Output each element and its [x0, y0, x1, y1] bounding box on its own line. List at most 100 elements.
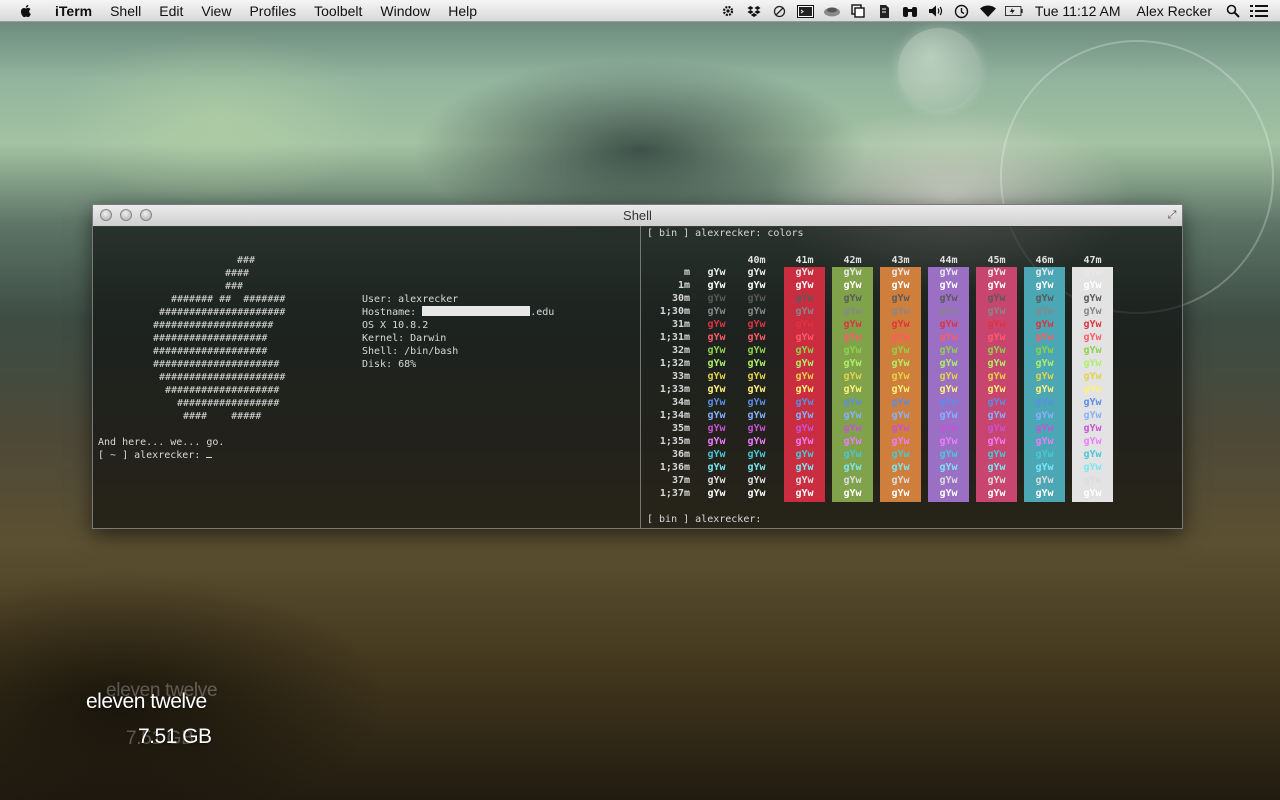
- color-sample: gYw: [795, 293, 814, 304]
- color-header: 46m: [1035, 255, 1054, 266]
- color-sample: gYw: [747, 267, 766, 278]
- color-sample: gYw: [707, 267, 726, 278]
- color-sample: gYw: [795, 371, 814, 382]
- menu-toolbelt[interactable]: Toolbelt: [305, 0, 371, 22]
- row-label: 31m: [671, 319, 690, 330]
- fullscreen-icon[interactable]: ⤢: [1166, 209, 1178, 221]
- wifi-icon[interactable]: [979, 3, 997, 19]
- window-icon[interactable]: [849, 3, 867, 19]
- terminal-content: ### #### ### ####### ## ####### ########…: [93, 226, 1182, 528]
- row-label: 1;33m: [659, 384, 690, 395]
- minimize-button[interactable]: [120, 209, 132, 221]
- color-sample: gYw: [987, 423, 1006, 434]
- color-sample: gYw: [747, 436, 766, 447]
- menu-edit[interactable]: Edit: [150, 0, 192, 22]
- terminal-pane-left[interactable]: ### #### ### ####### ## ####### ########…: [93, 226, 640, 528]
- color-sample: gYw: [747, 345, 766, 356]
- binoculars-icon[interactable]: [901, 3, 919, 19]
- color-sample: gYw: [891, 319, 910, 330]
- cloud-icon[interactable]: [823, 3, 841, 19]
- menu-help[interactable]: Help: [439, 0, 486, 22]
- gear-icon[interactable]: [719, 3, 737, 19]
- dropbox-icon[interactable]: [745, 3, 763, 19]
- color-sample: gYw: [843, 410, 862, 421]
- color-sample: gYw: [747, 488, 766, 499]
- color-sample: gYw: [1035, 462, 1054, 473]
- color-sample: gYw: [939, 332, 958, 343]
- menu-user-name[interactable]: Alex Recker: [1129, 3, 1220, 19]
- color-sample: gYw: [707, 293, 726, 304]
- color-sample: gYw: [939, 280, 958, 291]
- row-label: 1;37m: [659, 488, 690, 499]
- color-sample: gYw: [1083, 436, 1102, 447]
- color-sample: gYw: [1035, 449, 1054, 460]
- color-sample: gYw: [795, 488, 814, 499]
- time-machine-icon[interactable]: [953, 3, 971, 19]
- color-sample: gYw: [707, 410, 726, 421]
- color-sample: gYw: [1083, 293, 1102, 304]
- color-sample: gYw: [843, 488, 862, 499]
- window-titlebar[interactable]: Shell ⤢: [93, 205, 1182, 227]
- color-sample: gYw: [1035, 345, 1054, 356]
- color-sample: gYw: [843, 462, 862, 473]
- color-sample: gYw: [1035, 319, 1054, 330]
- terminal-pane-right[interactable]: [ bin ] alexrecker: colors 40m 41m 42m 43m 4…: [642, 226, 1182, 528]
- menu-profiles[interactable]: Profiles: [240, 0, 305, 22]
- color-sample: gYw: [1035, 306, 1054, 317]
- color-sample: gYw: [987, 267, 1006, 278]
- split-pane-divider[interactable]: [640, 226, 641, 528]
- color-sample: gYw: [747, 371, 766, 382]
- color-sample: gYw: [843, 319, 862, 330]
- command-line: [ bin ] alexrecker: colors: [647, 228, 804, 239]
- menu-iterm[interactable]: iTerm: [46, 0, 101, 22]
- circle-slash-icon[interactable]: [771, 3, 789, 19]
- color-sample: gYw: [1083, 267, 1102, 278]
- color-sample: gYw: [795, 319, 814, 330]
- volume-icon[interactable]: [927, 3, 945, 19]
- color-sample: gYw: [987, 293, 1006, 304]
- color-sample: gYw: [939, 371, 958, 382]
- color-sample: gYw: [1035, 332, 1054, 343]
- color-sample: gYw: [891, 397, 910, 408]
- color-sample: gYw: [987, 410, 1006, 421]
- menu-window[interactable]: Window: [371, 0, 439, 22]
- color-sample: gYw: [795, 384, 814, 395]
- color-sample: gYw: [939, 293, 958, 304]
- color-sample: gYw: [843, 267, 862, 278]
- color-sample: gYw: [939, 488, 958, 499]
- color-sample: gYw: [1083, 358, 1102, 369]
- list-icon[interactable]: [1250, 3, 1268, 19]
- menu-shell[interactable]: Shell: [101, 0, 150, 22]
- color-sample: gYw: [747, 293, 766, 304]
- zoom-button[interactable]: [140, 209, 152, 221]
- color-sample: gYw: [747, 358, 766, 369]
- color-sample: gYw: [843, 358, 862, 369]
- color-sample: gYw: [1035, 410, 1054, 421]
- evernote-icon[interactable]: [875, 3, 893, 19]
- color-sample: gYw: [707, 306, 726, 317]
- color-sample: gYw: [1083, 332, 1102, 343]
- close-button[interactable]: [100, 209, 112, 221]
- apple-icon[interactable]: [18, 3, 34, 19]
- row-label: 1;36m: [659, 462, 690, 473]
- menu-clock[interactable]: Tue 11:12 AM: [1027, 3, 1129, 19]
- color-sample: gYw: [987, 371, 1006, 382]
- shell-prompt[interactable]: [ ~ ] alexrecker:: [98, 449, 213, 462]
- search-icon[interactable]: [1224, 3, 1242, 19]
- shell-prompt-right[interactable]: [ bin ] alexrecker:: [647, 514, 761, 525]
- color-sample: gYw: [987, 345, 1006, 356]
- color-sample: gYw: [707, 319, 726, 330]
- color-header: 41m: [795, 255, 814, 266]
- color-sample: gYw: [747, 423, 766, 434]
- color-sample: gYw: [939, 345, 958, 356]
- color-sample: gYw: [1083, 423, 1102, 434]
- menu-view[interactable]: View: [192, 0, 240, 22]
- status-menus: Tue 11:12 AM Alex Recker: [715, 0, 1280, 22]
- info-hostname-suffix: .edu: [530, 307, 555, 318]
- terminal-icon[interactable]: [797, 3, 815, 19]
- battery-icon[interactable]: [1004, 3, 1023, 19]
- color-sample: gYw: [843, 371, 862, 382]
- color-sample: gYw: [939, 462, 958, 473]
- row-label: 35m: [671, 423, 690, 434]
- color-sample: gYw: [707, 423, 726, 434]
